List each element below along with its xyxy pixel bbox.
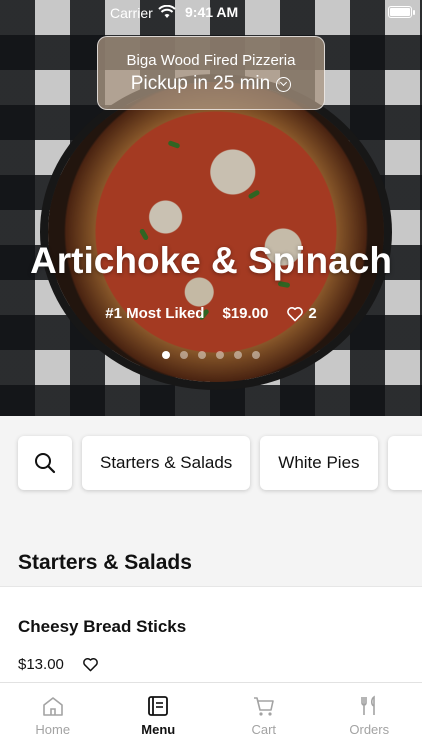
divider (0, 586, 422, 587)
carousel-dot[interactable] (162, 351, 170, 359)
menu-icon (148, 696, 169, 716)
menu-item-name[interactable]: Cheesy Bread Sticks (18, 617, 186, 637)
tab-label: Menu (141, 722, 176, 737)
tab-label: Orders (349, 722, 390, 737)
rank-label: #1 Most Liked (105, 305, 205, 322)
carrier-label: Carrier (110, 5, 153, 21)
category-chip-more[interactable] (387, 436, 422, 490)
pizza-image (48, 82, 384, 382)
restaurant-name: Biga Wood Fired Pizzeria (126, 52, 296, 69)
battery-icon (388, 6, 415, 18)
section-title: Starters & Salads (18, 551, 192, 574)
wifi-icon (158, 5, 176, 18)
menu-item-meta: $13.00 (18, 656, 99, 673)
status-time: 9:41 AM (185, 4, 239, 20)
category-bar: Starters & Salads White Pies (0, 416, 422, 512)
carousel-dot[interactable] (216, 351, 224, 359)
pickup-time-label: Pickup in 25 min (130, 73, 271, 94)
category-chip-white-pies[interactable]: White Pies (260, 436, 378, 490)
featured-item-title: Artichoke & Spinach (30, 240, 392, 281)
carousel-dot[interactable] (180, 351, 188, 359)
tab-cart[interactable]: Cart (211, 683, 317, 750)
like-button[interactable]: 2 (286, 305, 317, 322)
tab-home[interactable]: Home (0, 683, 106, 750)
utensils-icon (361, 695, 376, 715)
carousel-dot[interactable] (198, 351, 206, 359)
menu-item-price: $13.00 (18, 656, 64, 673)
carousel-dot[interactable] (252, 351, 260, 359)
heart-icon[interactable] (82, 657, 99, 672)
tab-label: Cart (251, 722, 277, 737)
featured-item-meta: #1 Most Liked $19.00 2 (0, 305, 422, 322)
tab-bar: Home Menu Cart Orders (0, 682, 422, 750)
pickup-selector[interactable]: Biga Wood Fired Pizzeria Pickup in 25 mi… (97, 36, 325, 110)
status-bar: Carrier 9:41 AM (0, 0, 422, 26)
tab-label: Home (35, 722, 71, 737)
like-count: 2 (308, 305, 317, 322)
chevron-down-icon (276, 76, 292, 92)
search-button[interactable] (18, 436, 72, 490)
featured-price: $19.00 (222, 305, 269, 322)
home-icon (42, 697, 63, 716)
heart-icon (287, 306, 304, 321)
search-icon (35, 453, 56, 474)
tab-menu[interactable]: Menu (106, 683, 212, 750)
tab-orders[interactable]: Orders (317, 683, 422, 750)
category-chip-starters[interactable]: Starters & Salads (82, 436, 251, 490)
cart-icon (253, 697, 274, 716)
carousel-dots (0, 351, 422, 359)
carousel-dot[interactable] (234, 351, 242, 359)
